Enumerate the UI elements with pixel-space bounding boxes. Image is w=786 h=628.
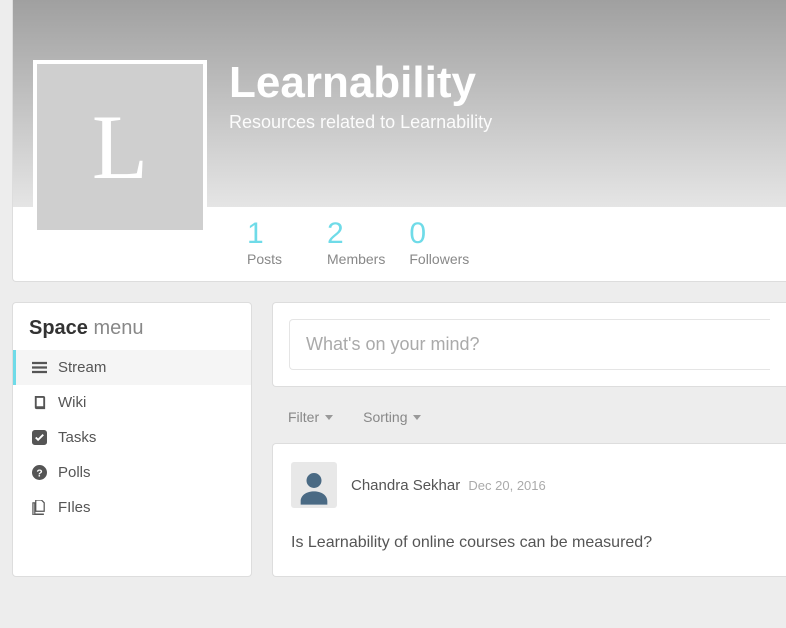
- stream-filters: Filter Sorting: [272, 387, 786, 443]
- post-author[interactable]: Chandra Sekhar: [351, 477, 460, 494]
- sidebar-item-polls[interactable]: ? Polls: [13, 455, 251, 490]
- space-subtitle: Resources related to Learnability: [229, 112, 492, 133]
- sidebar-item-label: FIles: [58, 499, 91, 516]
- post-card: Chandra Sekhar Dec 20, 2016 Is Learnabil…: [272, 443, 786, 577]
- sidebar-item-label: Wiki: [58, 394, 86, 411]
- space-avatar-letter: L: [92, 94, 148, 200]
- sidebar-item-label: Polls: [58, 464, 91, 481]
- sidebar-item-files[interactable]: FIles: [13, 490, 251, 525]
- sidebar-item-label: Stream: [58, 359, 106, 376]
- question-circle-icon: ?: [31, 464, 48, 481]
- stat-followers-label: Followers: [409, 251, 469, 267]
- post-meta: Chandra Sekhar Dec 20, 2016: [351, 477, 546, 494]
- stat-followers[interactable]: 0 Followers: [409, 219, 469, 267]
- space-menu-title-strong: Space: [29, 317, 88, 339]
- space-menu-title: Space menu: [13, 303, 251, 350]
- space-banner: L Learnability Resources related to Lear…: [13, 0, 786, 207]
- composer-input[interactable]: [289, 319, 770, 370]
- sidebar-item-wiki[interactable]: Wiki: [13, 385, 251, 420]
- sidebar-item-stream[interactable]: Stream: [13, 350, 251, 385]
- caret-down-icon: [413, 415, 421, 420]
- stat-posts-label: Posts: [247, 251, 303, 267]
- stat-followers-value: 0: [409, 219, 469, 249]
- post-body: Is Learnability of online courses can be…: [291, 532, 768, 554]
- stat-members-value: 2: [327, 219, 385, 249]
- person-icon: [294, 468, 334, 508]
- caret-down-icon: [325, 415, 333, 420]
- sidebar-item-tasks[interactable]: Tasks: [13, 420, 251, 455]
- space-header: L Learnability Resources related to Lear…: [12, 0, 786, 282]
- sorting-dropdown[interactable]: Sorting: [363, 409, 421, 425]
- stat-posts-value: 1: [247, 219, 303, 249]
- filter-label: Filter: [288, 409, 319, 425]
- space-avatar[interactable]: L: [33, 60, 207, 234]
- book-icon: [31, 394, 48, 411]
- check-square-icon: [31, 429, 48, 446]
- space-title: Learnability: [229, 58, 492, 108]
- post-composer: [272, 302, 786, 387]
- main-content: Filter Sorting Chandra Sekhar Dec 20, 20…: [272, 302, 786, 577]
- space-menu-title-light: menu: [94, 317, 144, 339]
- post-date[interactable]: Dec 20, 2016: [468, 478, 545, 493]
- space-menu: Space menu Stream Wiki Tasks ? Poll: [12, 302, 252, 577]
- stat-posts[interactable]: 1 Posts: [247, 219, 303, 267]
- sidebar-item-label: Tasks: [58, 429, 96, 446]
- files-icon: [31, 499, 48, 516]
- bars-icon: [31, 359, 48, 376]
- avatar[interactable]: [291, 462, 337, 508]
- filter-dropdown[interactable]: Filter: [288, 409, 333, 425]
- banner-text: Learnability Resources related to Learna…: [229, 20, 492, 133]
- svg-text:?: ?: [36, 468, 42, 479]
- post-header: Chandra Sekhar Dec 20, 2016: [291, 462, 768, 508]
- sorting-label: Sorting: [363, 409, 407, 425]
- stat-members-label: Members: [327, 251, 385, 267]
- stat-members[interactable]: 2 Members: [327, 219, 385, 267]
